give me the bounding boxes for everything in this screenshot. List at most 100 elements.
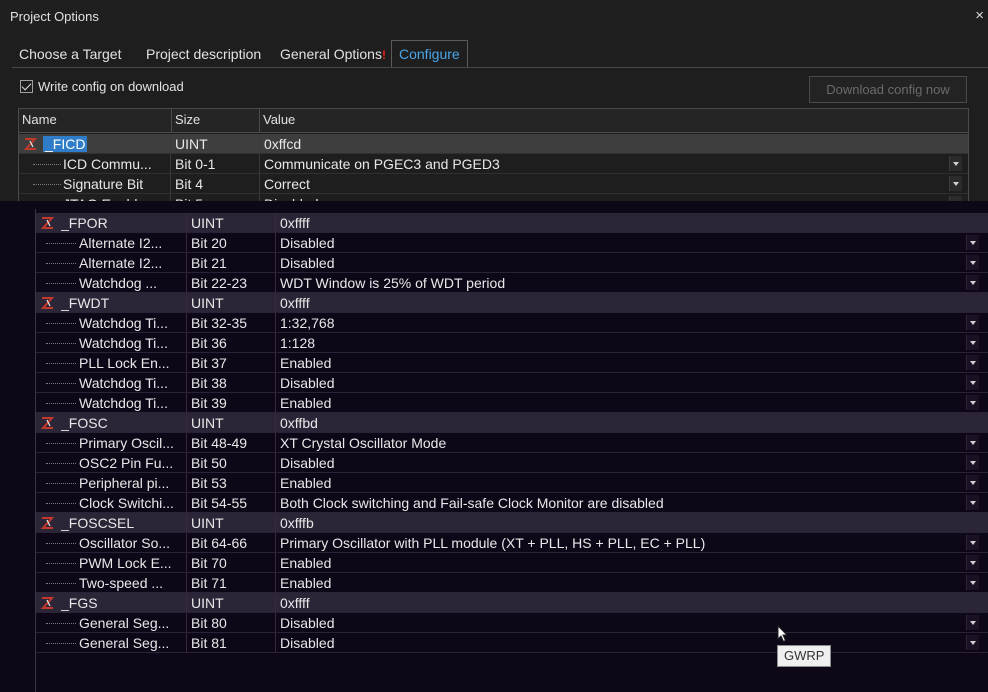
column-header-size[interactable]: Size (172, 109, 260, 133)
setting-size: Bit 21 (191, 255, 227, 271)
dropdown-arrow-icon[interactable] (966, 555, 979, 570)
config-bit-row[interactable]: Clock Switchi... Bit 54-55 Both Clock swit… (36, 493, 988, 513)
config-bit-row[interactable]: General Seg... Bit 81 Disabled (36, 633, 988, 653)
setting-value[interactable]: Correct (264, 174, 945, 194)
config-bit-row[interactable]: Watchdog Ti... Bit 32-35 1:32,768 (36, 313, 988, 333)
config-bit-row[interactable]: Alternate I2... Bit 20 Disabled (36, 233, 988, 253)
setting-value[interactable]: Disabled (280, 253, 962, 273)
dropdown-arrow-icon[interactable] (966, 535, 979, 550)
config-bit-row[interactable]: Watchdog Ti... Bit 36 1:128 (36, 333, 988, 353)
download-config-button[interactable]: Download config now (809, 76, 967, 103)
dropdown-arrow-icon[interactable] (966, 615, 979, 630)
config-bit-row[interactable]: Peripheral pi... Bit 53 Enabled (36, 473, 988, 493)
setting-value[interactable]: Enabled (280, 573, 962, 593)
dropdown-arrow-icon[interactable] (949, 156, 962, 171)
setting-value[interactable]: WDT Window is 25% of WDT period (280, 273, 962, 293)
column-divider (186, 633, 187, 653)
overlay-margin (0, 209, 35, 692)
setting-value[interactable]: Disabled (280, 233, 962, 253)
setting-value[interactable]: Disabled (280, 453, 962, 473)
setting-value[interactable]: Disabled (280, 633, 962, 653)
grid-header: Name Size Value (19, 109, 968, 133)
register-row[interactable]: _FOSC UINT 0xffbd (36, 413, 988, 433)
setting-size: Bit 39 (191, 395, 227, 411)
setting-value[interactable]: Disabled (280, 373, 962, 393)
column-header-value[interactable]: Value (260, 109, 968, 133)
setting-name: Watchdog ... (79, 275, 158, 291)
dropdown-arrow-icon[interactable] (966, 395, 979, 410)
setting-value[interactable]: Primary Oscillator with PLL module (XT +… (280, 533, 962, 553)
setting-value[interactable]: Enabled (280, 353, 962, 373)
tab-project-description[interactable]: Project description (139, 40, 268, 68)
config-bit-row[interactable]: Watchdog Ti... Bit 38 Disabled (36, 373, 988, 393)
register-row[interactable]: _FGS UINT 0xffff (36, 593, 988, 613)
dropdown-arrow-icon[interactable] (966, 435, 979, 450)
tree-connector (46, 543, 76, 544)
dropdown-arrow-icon[interactable] (966, 495, 979, 510)
setting-size: Bit 36 (191, 335, 227, 351)
config-bit-row[interactable]: Primary Oscil... Bit 48-49 XT Crystal Osci… (36, 433, 988, 453)
setting-value[interactable]: Communicate on PGEC3 and PGED3 (264, 154, 945, 174)
column-divider (275, 433, 276, 453)
config-bit-row[interactable]: General Seg... Bit 80 Disabled (36, 613, 988, 633)
column-divider (275, 313, 276, 333)
overlay-band (0, 201, 988, 209)
setting-value: 0xffff (280, 295, 310, 311)
dropdown-arrow-icon[interactable] (966, 275, 979, 290)
row-divider (36, 652, 988, 653)
config-bit-row[interactable]: Two-speed ... Bit 71 Enabled (36, 573, 988, 593)
setting-name: General Seg... (79, 635, 170, 651)
config-bit-row[interactable]: OSC2 Pin Fu... Bit 50 Disabled (36, 453, 988, 473)
setting-value[interactable]: 1:128 (280, 333, 962, 353)
column-divider (186, 473, 187, 493)
dropdown-arrow-icon[interactable] (966, 335, 979, 350)
dropdown-arrow-icon[interactable] (949, 176, 962, 191)
column-divider (186, 413, 187, 433)
config-bit-row[interactable]: Oscillator So... Bit 64-66 Primary Oscilla… (36, 533, 988, 553)
config-bit-row[interactable]: ICD Commu... Bit 0-1 Communicate on PGEC3 … (19, 154, 968, 174)
setting-value[interactable]: Disabled (280, 613, 962, 633)
config-bit-row[interactable]: Watchdog ... Bit 22-23 WDT Window is 25% o… (36, 273, 988, 293)
register-row[interactable]: _FICD UINT 0xffcd (19, 134, 968, 154)
dropdown-arrow-icon[interactable] (966, 355, 979, 370)
column-divider (259, 174, 260, 194)
config-bit-row[interactable]: Alternate I2... Bit 21 Disabled (36, 253, 988, 273)
register-row[interactable]: _FOSCSEL UINT 0xfffb (36, 513, 988, 533)
dropdown-arrow-icon[interactable] (966, 635, 979, 650)
column-divider (186, 593, 187, 613)
config-bit-row[interactable]: PWM Lock E... Bit 70 Enabled (36, 553, 988, 573)
setting-value[interactable]: Both Clock switching and Fail-safe Clock… (280, 493, 962, 513)
write-config-checkbox[interactable] (20, 79, 33, 93)
dropdown-arrow-icon[interactable] (966, 315, 979, 330)
dropdown-arrow-icon[interactable] (966, 235, 979, 250)
register-row[interactable]: _FWDT UINT 0xffff (36, 293, 988, 313)
dropdown-arrow-icon[interactable] (966, 575, 979, 590)
setting-size: Bit 4 (175, 176, 204, 192)
setting-value[interactable]: Enabled (280, 473, 962, 493)
setting-size: Bit 0-1 (175, 156, 216, 172)
setting-value[interactable]: Enabled (280, 393, 962, 413)
dropdown-arrow-icon[interactable] (966, 255, 979, 270)
dropdown-arrow-icon[interactable] (966, 455, 979, 470)
tab-label: Choose a Target (19, 46, 122, 62)
config-bit-row[interactable]: Watchdog Ti... Bit 39 Enabled (36, 393, 988, 413)
column-divider (186, 293, 187, 313)
setting-size: Bit 48-49 (191, 435, 248, 451)
tab-configure[interactable]: Configure (391, 40, 468, 68)
register-row[interactable]: _FPOR UINT 0xffff (36, 213, 988, 233)
setting-value[interactable]: 1:32,768 (280, 313, 962, 333)
dropdown-arrow-icon[interactable] (966, 375, 979, 390)
setting-value[interactable]: Enabled (280, 553, 962, 573)
write-config-option[interactable]: Write config on download (20, 77, 184, 95)
config-bit-row[interactable]: Signature Bit Bit 4 Correct (19, 174, 968, 194)
config-bit-row[interactable]: PLL Lock En... Bit 37 Enabled (36, 353, 988, 373)
close-icon[interactable]: × (975, 7, 984, 24)
dropdown-arrow-icon[interactable] (966, 475, 979, 490)
column-divider (186, 573, 187, 593)
tab-general-options[interactable]: General Options! (273, 40, 393, 68)
tab-choose-target[interactable]: Choose a Target (12, 40, 128, 68)
setting-value[interactable]: XT Crystal Oscillator Mode (280, 433, 962, 453)
setting-value: 0xffff (280, 215, 310, 231)
column-header-name[interactable]: Name (19, 109, 172, 133)
setting-name: Two-speed ... (79, 575, 164, 591)
